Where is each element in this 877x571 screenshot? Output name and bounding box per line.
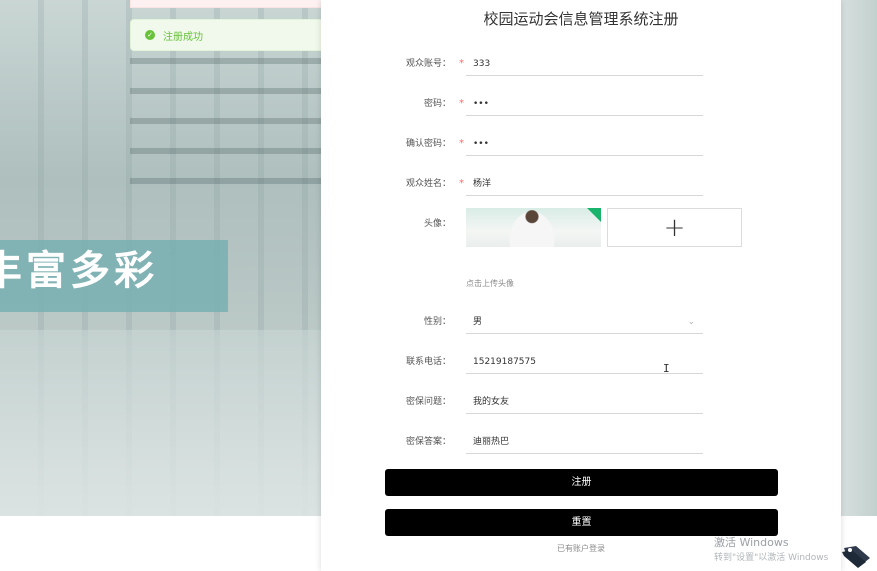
background-beam [130,118,322,124]
form-title: 校园运动会信息管理系统注册 [483,10,679,28]
avatar-label: 头像： [423,219,451,229]
avatar-status-corner [587,208,601,222]
form-row-confirm-password: 确认密码： * ••• [321,136,841,176]
check-circle-icon: ✓ [145,30,155,40]
background-beam [130,88,322,94]
gender-value: 男 [473,317,483,327]
form-row-question: 密保问题： 我的女友 [321,394,841,434]
required-mark: * [459,178,464,189]
name-label: 观众姓名： [405,179,451,189]
password-label: 密码： [423,99,451,109]
toast-message: 注册成功 [163,31,203,43]
tag-icon[interactable] [840,542,874,568]
phone-label: 联系电话： [405,357,451,367]
required-mark: * [459,138,464,149]
form-row-account: 观众账号： * 333 [321,56,841,96]
avatar-person [508,210,556,247]
background-beam [130,178,322,184]
answer-label: 密保答案： [405,437,451,447]
avatar-upload-button[interactable]: + [607,208,742,247]
plus-icon: + [663,212,686,243]
account-input[interactable]: 333 [466,52,703,76]
name-input[interactable]: 杨洋 [466,172,703,196]
form-row-answer: 密保答案： 迪丽热巴 [321,434,841,474]
slogan-text: 丰富多彩 [0,248,158,294]
form-row-password: 密码： * ••• [321,96,841,136]
register-panel: 校园运动会信息管理系统注册 观众账号： * 333 密码： * ••• 确认密码… [321,0,841,571]
reset-button[interactable]: 重置 [385,509,778,536]
question-label: 密保问题： [405,397,451,407]
account-label: 观众账号： [405,59,451,69]
confirm-password-input[interactable]: ••• [466,132,703,156]
upload-hint: 点击上传头像 [466,279,514,288]
chevron-down-icon: ⌄ [687,317,695,327]
required-mark: * [459,98,464,109]
form-row-gender: 性别： 男 ⌄ [321,314,841,354]
background-beam [130,148,322,154]
required-mark: * [459,58,464,69]
gender-select[interactable]: 男 ⌄ [466,310,703,334]
background-right [840,0,877,516]
register-button[interactable]: 注册 [385,469,778,496]
windows-watermark-title: 激活 Windows [714,536,789,549]
question-input[interactable]: 我的女友 [466,390,703,414]
form-row-phone: 联系电话： 15219187575 [321,354,841,394]
windows-watermark-subtitle: 转到"设置"以激活 Windows [714,553,829,563]
text-cursor-icon: I [663,362,670,375]
answer-input[interactable]: 迪丽热巴 [466,430,703,454]
password-input[interactable]: ••• [466,92,703,116]
confirm-password-label: 确认密码： [405,139,451,149]
avatar-preview[interactable] [466,208,601,247]
gender-label: 性别： [423,317,451,327]
background-beam [130,58,322,64]
